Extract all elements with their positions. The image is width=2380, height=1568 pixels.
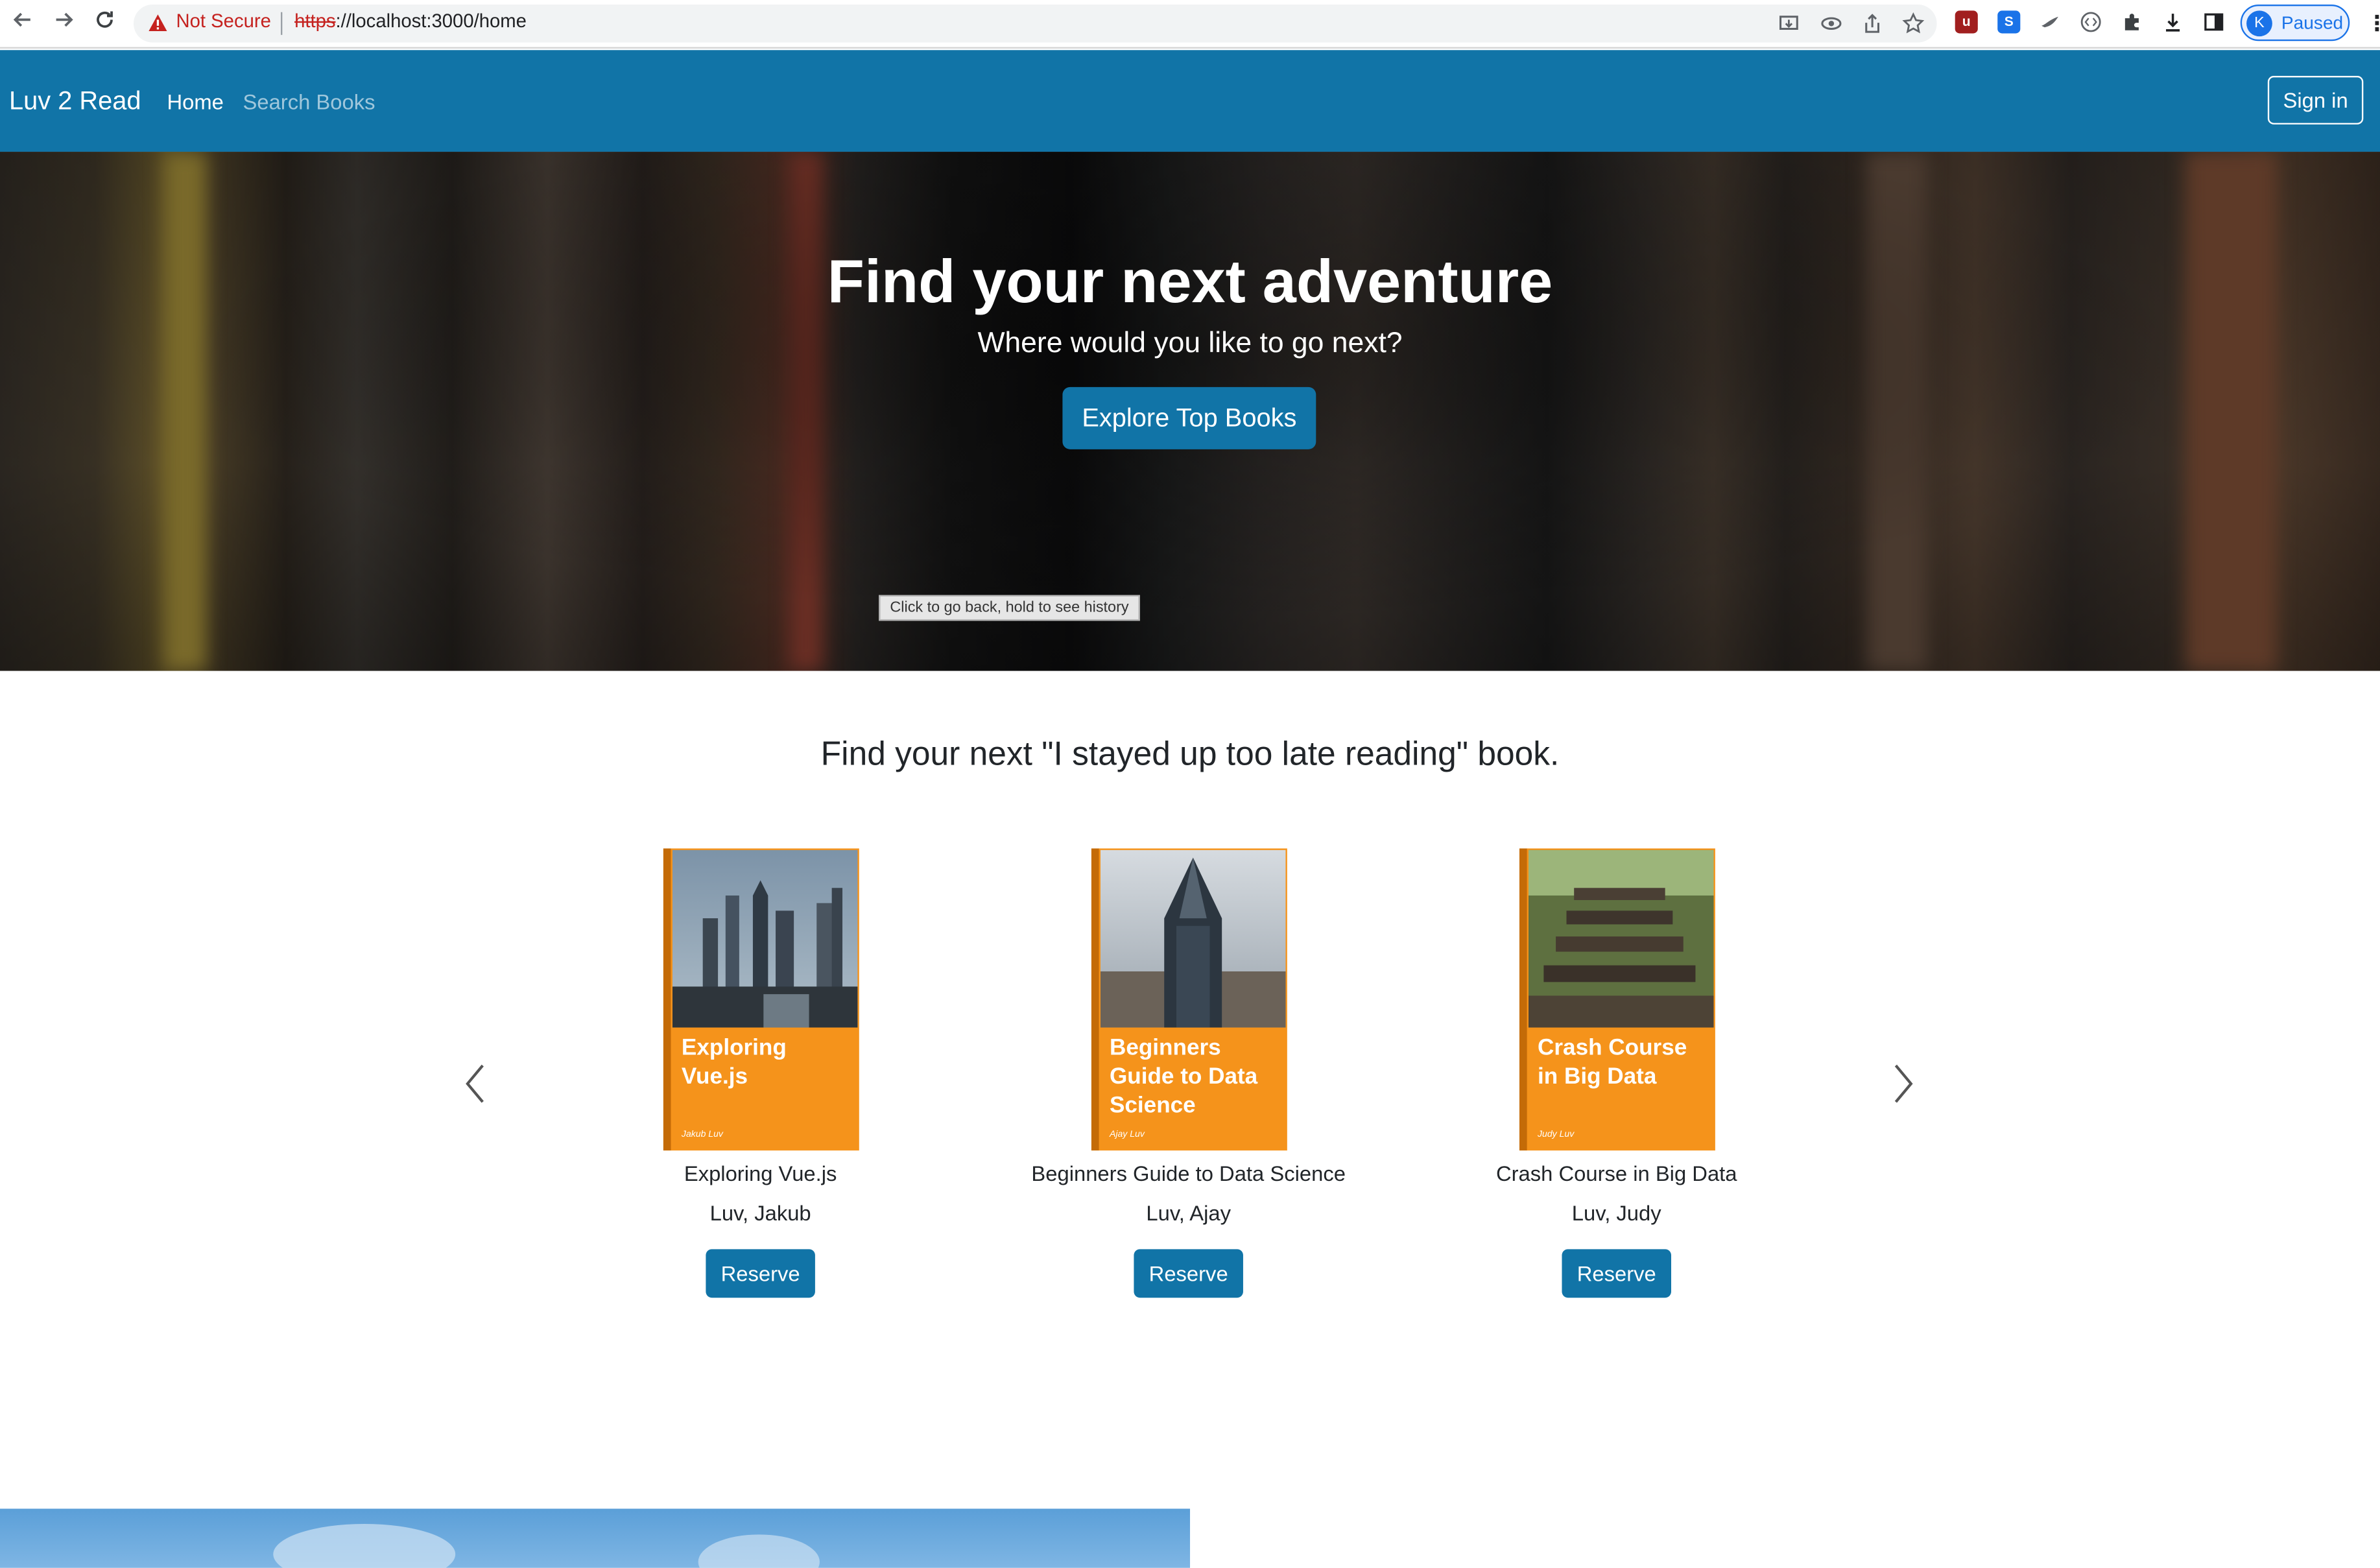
code-extension-icon[interactable] [2079, 10, 2102, 34]
book-cover[interactable]: Exploring Vue.js Jakub Luv [663, 848, 859, 1151]
brand-link[interactable]: Luv 2 Read [9, 86, 141, 117]
cover-title: Beginners Guide to Data Science [1109, 1035, 1258, 1119]
reload-icon[interactable] [91, 9, 118, 36]
address-bar[interactable]: Not Secure https://localhost:3000/home [133, 5, 1937, 43]
navbar: Luv 2 Read Home Search Books Sign in [0, 50, 2380, 152]
s-extension-icon[interactable]: S [1997, 10, 2021, 34]
url-scheme: https [294, 10, 336, 32]
book-author: Luv, Judy [1571, 1200, 1661, 1225]
divider [281, 12, 283, 35]
profile-status: Paused [2281, 12, 2344, 34]
reserve-button[interactable]: Reserve [1134, 1249, 1243, 1298]
carousel-heading: Find your next "I stayed up too late rea… [820, 734, 1560, 773]
cover-spine [663, 848, 671, 1151]
nav-link-home[interactable]: Home [167, 89, 223, 113]
book-card: Exploring Vue.js Jakub Luv Exploring Vue… [563, 848, 958, 1303]
browser-menu-icon[interactable]: ⋮ [2366, 10, 2380, 38]
url-path: ://localhost:3000/home [335, 10, 527, 32]
explore-top-books-button[interactable]: Explore Top Books [1062, 386, 1316, 449]
back-arrow-icon[interactable] [9, 9, 36, 36]
back-button-tooltip: Click to go back, hold to see history [879, 595, 1140, 621]
book-title: Crash Course in Big Data [1495, 1161, 1737, 1186]
hero-title: Find your next adventure [827, 248, 1553, 316]
book-card: Crash Course in Big Data Judy Luv Crash … [1419, 848, 1814, 1303]
book-author: Luv, Jakub [709, 1200, 811, 1225]
eye-icon[interactable] [1820, 12, 1842, 35]
cover-spine [1519, 848, 1527, 1151]
cover-author: Jakub Luv [681, 1130, 723, 1140]
reserve-button[interactable]: Reserve [706, 1249, 815, 1298]
app-root: Not Secure https://localhost:3000/home u… [0, 0, 2380, 1568]
carousel-prev-icon[interactable] [460, 1058, 490, 1110]
cover-photo-city [672, 849, 858, 1028]
profile-avatar: K [2246, 10, 2272, 37]
warning-icon [147, 12, 169, 34]
side-panel-icon[interactable] [2202, 10, 2226, 34]
url-text[interactable]: https://localhost:3000/home [294, 10, 527, 32]
forward-arrow-icon[interactable] [50, 9, 77, 36]
sign-in-button[interactable]: Sign in [2267, 76, 2364, 125]
book-cover[interactable]: Crash Course in Big Data Judy Luv [1519, 848, 1715, 1151]
profile-button[interactable]: K Paused [2240, 5, 2350, 42]
reserve-button[interactable]: Reserve [1562, 1249, 1672, 1298]
puzzle-extensions-icon[interactable] [2120, 10, 2143, 34]
cover-photo-steps [1528, 849, 1714, 1028]
carousel-next-icon[interactable] [1888, 1058, 1919, 1110]
security-label[interactable]: Not Secure [176, 10, 271, 32]
cover-author: Ajay Luv [1109, 1130, 1145, 1140]
cover-spine [1091, 848, 1099, 1151]
install-app-icon[interactable] [1778, 12, 1800, 35]
browser-toolbar: Not Secure https://localhost:3000/home u… [0, 0, 2380, 49]
bird-extension-icon[interactable] [2038, 10, 2062, 34]
section-background-image [0, 1508, 1191, 1568]
nav-link-search-books[interactable]: Search Books [243, 89, 375, 113]
book-card: Beginners Guide to Data Science Ajay Luv… [991, 848, 1386, 1303]
cover-title: Exploring Vue.js [681, 1035, 787, 1090]
book-title: Exploring Vue.js [684, 1161, 837, 1186]
cover-author: Judy Luv [1538, 1130, 1575, 1140]
cover-title: Crash Course in Big Data [1538, 1035, 1687, 1090]
book-title: Beginners Guide to Data Science [1031, 1161, 1346, 1186]
ublock-extension-icon[interactable]: u [1955, 10, 1978, 34]
book-author: Luv, Ajay [1146, 1200, 1231, 1225]
share-icon[interactable] [1861, 12, 1884, 35]
download-icon[interactable] [2161, 10, 2185, 34]
cover-photo-tower [1100, 849, 1286, 1028]
book-cover[interactable]: Beginners Guide to Data Science Ajay Luv [1091, 848, 1287, 1151]
hero-subtitle: Where would you like to go next? [977, 327, 1403, 360]
bookmark-star-icon[interactable] [1902, 12, 1925, 35]
